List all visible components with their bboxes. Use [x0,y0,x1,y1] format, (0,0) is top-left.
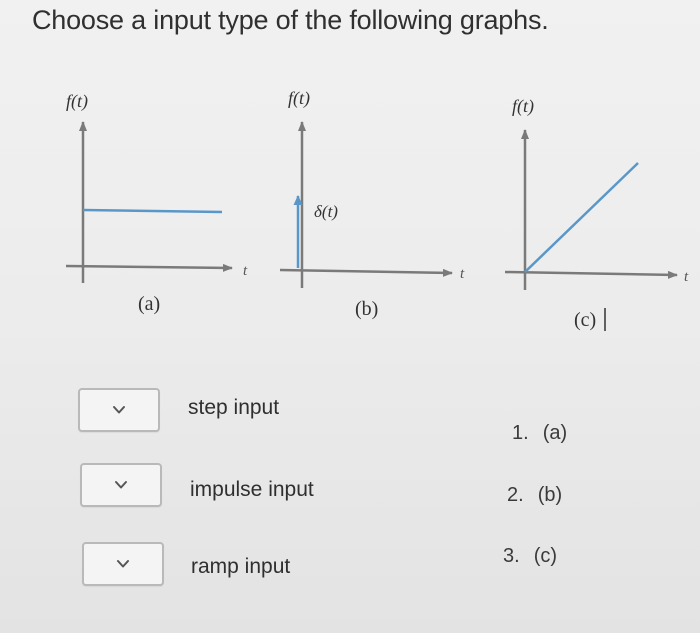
graph-c-ramp-line [524,162,639,273]
answer-label-1: (a) [542,422,568,444]
match-statement-2: impulse input [190,478,314,501]
graph-c-x-axis [504,270,678,279]
graph-a-y-label: f(t) [66,91,88,112]
match-statement-1: step input [188,396,280,419]
match-select-2[interactable] [80,463,162,507]
answer-option-1: 1. (a) [512,422,567,445]
graph-a-caption: (a) [138,293,160,315]
graph-b-impulse-label: δ(t) [314,202,338,221]
answer-number-3: 3. [503,545,520,567]
graph-b-x-axis [279,268,453,277]
match-select-3[interactable] [82,542,164,586]
answer-option-2: 2. (b) [507,484,562,507]
graph-a-x-label: t [243,263,248,279]
graph-b-y-label: f(t) [288,88,310,109]
graphs-figure: f(t) t (a) f(t) δ(t) t (b) f(t) t (c) [65,88,689,331]
chevron-down-icon [113,406,125,414]
match-statement-3: ramp input [191,555,291,578]
match-select-1[interactable] [78,388,160,432]
graph-a: f(t) t (a) [65,91,248,315]
graph-b: f(t) δ(t) t (b) [279,88,465,320]
answer-number-2: 2. [507,484,524,506]
graph-c-y-label: f(t) [512,96,534,117]
graph-a-step-line [82,208,223,214]
graph-b-x-label: t [460,266,465,282]
graph-c: f(t) t (c) [504,96,689,331]
quiz-page: Choose a input type of the following gra… [0,0,700,633]
answer-option-3: 3. (c) [503,545,557,568]
chevron-down-icon [115,481,127,489]
answer-label-3: (c) [533,545,558,567]
graph-c-x-label: t [684,269,689,285]
graph-c-caption: (c) [574,309,596,331]
graph-b-caption: (b) [355,298,378,320]
answer-label-2: (b) [537,484,563,506]
chevron-down-icon [117,560,129,568]
answer-number-1: 1. [512,422,529,444]
graph-a-x-axis [65,263,233,272]
